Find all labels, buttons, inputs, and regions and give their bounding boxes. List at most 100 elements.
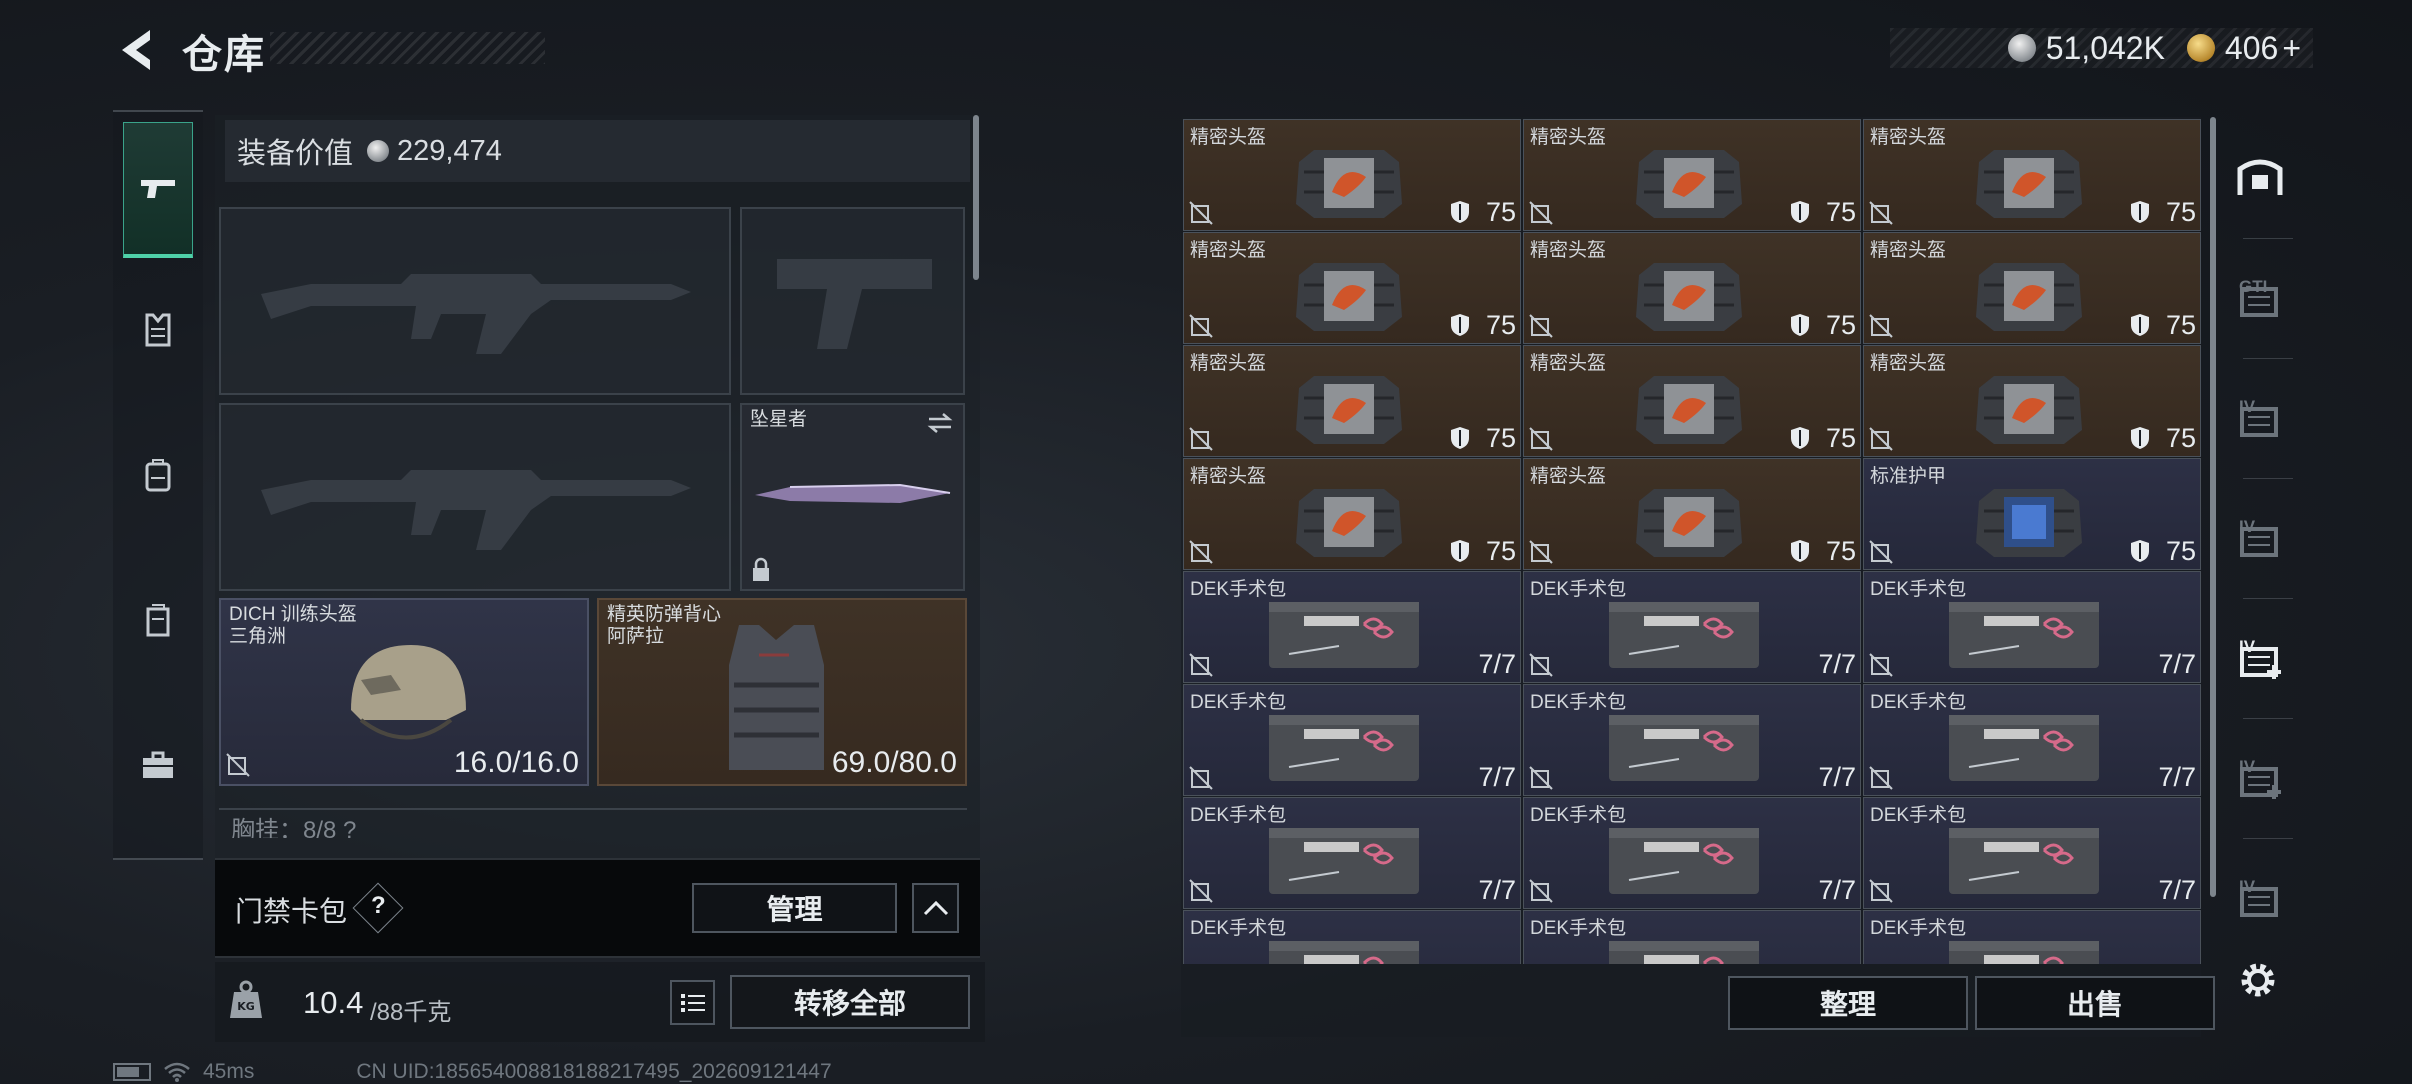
helmet-durability: 16.0/16.0 [453, 746, 579, 779]
medkit-icon [1259, 584, 1429, 676]
container-tab[interactable]: IV [2225, 603, 2295, 713]
container-tab[interactable]: IV [2225, 723, 2295, 833]
category-weapons[interactable] [123, 122, 193, 258]
helmet-case-icon [1624, 358, 1754, 450]
back-button[interactable] [110, 20, 170, 80]
item-name: 标准护甲 [1870, 466, 1947, 487]
item-name: 精密头盔 [1530, 353, 1607, 374]
item-protection-level: 75 [2165, 310, 2196, 340]
melee-slot[interactable]: 坠星者 [740, 403, 965, 591]
shield-icon [1790, 426, 1810, 450]
gold-currency[interactable]: 406 + [2186, 30, 2301, 67]
vest-armor-icon [729, 625, 824, 770]
item-name: 精密头盔 [1190, 466, 1267, 487]
no-bind-icon [1188, 313, 1214, 339]
kg-weight-icon: KG [230, 980, 262, 1018]
storage-item[interactable]: DEK手术包 7/7 [1863, 571, 2201, 683]
container-tab-label: IV [2239, 877, 2256, 896]
storage-item[interactable]: DEK手术包 7/7 [1523, 684, 1861, 796]
container-tabs: GTI IV IV IV IV IV [2215, 118, 2295, 1038]
item-uses: 7/7 [1478, 649, 1516, 679]
storage-item[interactable]: 精密头盔 75 [1523, 345, 1861, 457]
item-protection-level: 75 [2165, 197, 2196, 227]
medkit-icon [1599, 810, 1769, 902]
help-icon[interactable]: ? [371, 892, 386, 920]
equipment-scrollbar[interactable] [973, 115, 979, 280]
storage-item[interactable]: DEK手术包 7/7 [1863, 684, 2201, 796]
storage-item[interactable]: DEK手术包 7/7 [1863, 797, 2201, 909]
storage-item[interactable]: DEK手术包 [1523, 910, 1861, 964]
storage-item[interactable]: 精密头盔 75 [1523, 119, 1861, 231]
armor-slot[interactable]: 精英防弹背心 阿萨拉 69.0/80.0 [597, 598, 967, 786]
backpack-icon [145, 459, 171, 492]
storage-item[interactable]: 精密头盔 75 [1183, 119, 1521, 231]
collapse-button[interactable] [912, 883, 959, 933]
storage-item[interactable]: 精密头盔 75 [1863, 345, 2201, 457]
transfer-all-button[interactable]: 转移全部 [730, 975, 970, 1029]
storage-item[interactable]: 精密头盔 75 [1183, 232, 1521, 344]
storage-item[interactable]: 精密头盔 75 [1863, 119, 2201, 231]
storage-item[interactable]: 精密头盔 75 [1863, 232, 2201, 344]
gold-add-button[interactable]: + [2282, 30, 2301, 67]
no-bind-icon [1528, 539, 1554, 565]
helmet-case-icon [1964, 245, 2094, 337]
silver-amount: 51,042K [2045, 29, 2165, 66]
item-name: 精密头盔 [1870, 240, 1947, 261]
armor-durability: 69.0/80.0 [831, 746, 957, 779]
container-tab[interactable]: IV [2225, 843, 2295, 953]
category-pouch[interactable] [123, 552, 193, 688]
item-uses: 7/7 [1478, 762, 1516, 792]
swap-icon[interactable] [925, 411, 955, 435]
helmet-slot[interactable]: DICH 训练头盔 三角洲 16.0/16.0 [219, 598, 589, 786]
category-case[interactable] [123, 697, 193, 833]
manage-button[interactable]: 管理 [692, 883, 897, 933]
storage-item[interactable]: DEK手术包 [1863, 910, 2201, 964]
storage-item[interactable]: 标准护甲 75 [1863, 458, 2201, 570]
no-bind-icon [1528, 878, 1554, 904]
equipment-value: 装备价值 229,474 [225, 120, 970, 182]
storage-item[interactable]: DEK手术包 [1183, 910, 1521, 964]
storage-item[interactable]: DEK手术包 7/7 [1183, 797, 1521, 909]
shield-icon [2130, 313, 2150, 337]
container-tab[interactable]: IV [2225, 363, 2295, 473]
sort-button[interactable]: 整理 [1728, 976, 1968, 1030]
item-protection-level: 75 [1485, 423, 1516, 453]
no-bind-icon [1868, 652, 1894, 678]
category-backpack[interactable] [123, 407, 193, 543]
primary-weapon-slot[interactable] [219, 207, 731, 395]
shield-icon [1450, 426, 1470, 450]
sell-button[interactable]: 出售 [1975, 976, 2215, 1030]
storage-item[interactable]: DEK手术包 7/7 [1523, 571, 1861, 683]
item-protection-level: 75 [1825, 536, 1856, 566]
container-tab[interactable]: IV [2225, 483, 2295, 593]
medkit-icon [1259, 697, 1429, 789]
no-bind-icon [1528, 313, 1554, 339]
knife-icon [755, 483, 951, 503]
storage-item[interactable]: 精密头盔 75 [1183, 345, 1521, 457]
pistol-slot[interactable] [740, 207, 965, 395]
list-view-button[interactable] [670, 980, 715, 1025]
storage-item[interactable]: DEK手术包 7/7 [1183, 571, 1521, 683]
storage-item[interactable]: 精密头盔 75 [1183, 458, 1521, 570]
title-decoration [270, 32, 545, 64]
storage-item[interactable]: DEK手术包 7/7 [1183, 684, 1521, 796]
secondary-weapon-slot[interactable] [219, 403, 731, 591]
item-uses: 7/7 [1818, 649, 1856, 679]
tab-divider [2243, 238, 2293, 239]
medkit-icon [1939, 584, 2109, 676]
container-tab[interactable]: GTI [2225, 243, 2295, 353]
weight-current: 10.4 [303, 985, 364, 1020]
container-tab[interactable] [2225, 123, 2295, 233]
shield-icon [2130, 539, 2150, 563]
battery-icon [113, 1063, 151, 1081]
storage-item[interactable]: 精密头盔 75 [1523, 232, 1861, 344]
settings-gear-icon[interactable] [2236, 958, 2280, 1002]
category-vest[interactable] [123, 262, 193, 398]
item-protection-level: 75 [2165, 536, 2196, 566]
melee-label: 坠星者 [750, 409, 808, 430]
storage-item[interactable]: DEK手术包 7/7 [1523, 797, 1861, 909]
storage-item[interactable]: 精密头盔 75 [1523, 458, 1861, 570]
gold-coin-icon [2186, 34, 2215, 62]
armor-case-icon [1964, 471, 2094, 563]
tab-divider [2243, 358, 2293, 359]
